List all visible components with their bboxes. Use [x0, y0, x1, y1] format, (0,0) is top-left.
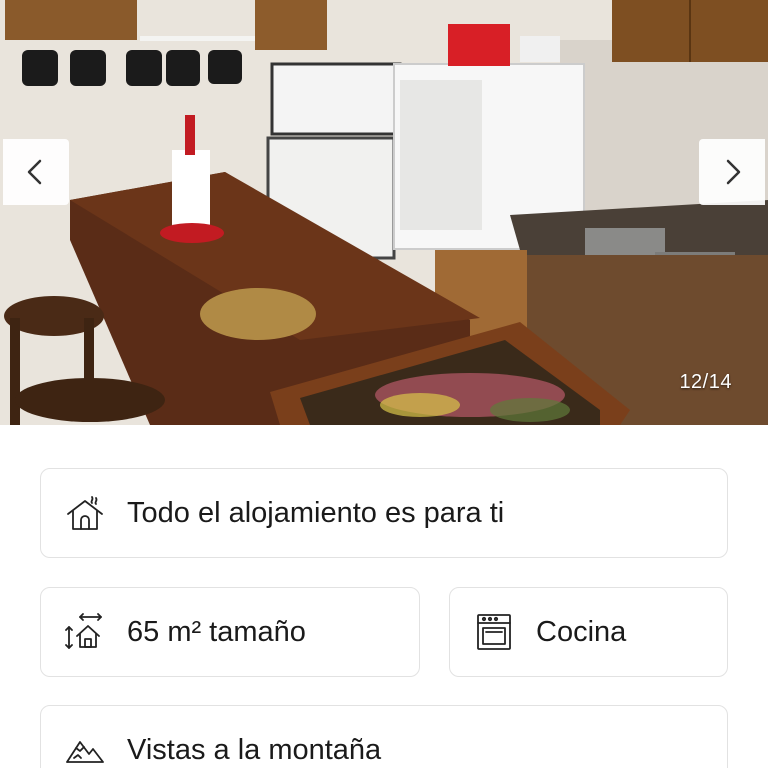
mountain-icon: [65, 730, 105, 768]
house-icon: [65, 493, 105, 533]
next-photo-button[interactable]: [699, 139, 765, 205]
photo-gallery[interactable]: 12/14: [0, 0, 768, 425]
feature-mountain-view-label: Vistas a la montaña: [127, 733, 382, 766]
feature-whole-place: Todo el alojamiento es para ti: [40, 468, 728, 558]
previous-photo-button[interactable]: [3, 139, 69, 205]
feature-mountain-view: Vistas a la montaña: [40, 705, 728, 768]
kitchen-photo: [0, 0, 768, 425]
photo-counter: 12/14: [679, 371, 732, 393]
chevron-right-icon: [726, 159, 741, 185]
feature-kitchen-label: Cocina: [536, 615, 627, 648]
feature-kitchen: Cocina: [449, 587, 728, 677]
feature-size: 65 m² tamaño: [40, 587, 420, 677]
area-size-icon: [65, 612, 105, 652]
chevron-left-icon: [27, 159, 42, 185]
oven-icon: [474, 612, 514, 652]
feature-size-label: 65 m² tamaño: [127, 615, 306, 648]
feature-whole-place-label: Todo el alojamiento es para ti: [127, 496, 505, 529]
